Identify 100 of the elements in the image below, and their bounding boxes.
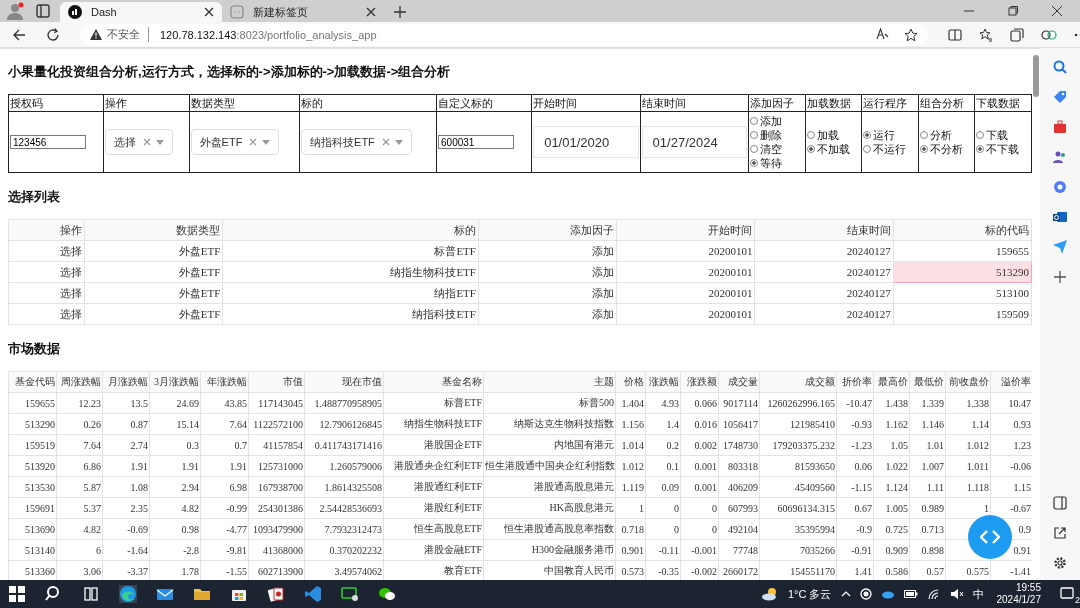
record-icon[interactable] <box>859 588 872 600</box>
chat-icon[interactable] <box>378 585 396 603</box>
table-cell: 1 <box>615 497 646 519</box>
radio-button[interactable] <box>806 145 815 153</box>
favorite-star-icon[interactable] <box>904 27 918 42</box>
date-field[interactable]: 01/01/2020 <box>533 126 639 158</box>
tab-actions-icon[interactable] <box>36 4 50 18</box>
column-header: 标的 <box>299 94 437 112</box>
radio-button[interactable] <box>863 145 872 153</box>
back-icon[interactable] <box>12 28 26 41</box>
radio-option[interactable]: 不加载 <box>806 142 861 156</box>
table-cell: 添加 <box>478 240 617 262</box>
browser-tab[interactable]: 新建标签页 <box>222 2 384 22</box>
clock-date[interactable]: 2024/1/27 <box>996 594 1041 606</box>
table-cell: 0.87 <box>102 413 150 435</box>
clear-icon[interactable] <box>143 138 152 146</box>
radio-option[interactable]: 分析 <box>919 128 974 142</box>
radio-option[interactable]: 不分析 <box>919 142 974 156</box>
cloud-icon[interactable] <box>880 589 895 599</box>
table-cell: 406209 <box>718 476 760 498</box>
clock-time[interactable]: 19:55 <box>1015 582 1041 594</box>
radio-button[interactable] <box>863 131 872 139</box>
weather-icon <box>760 587 779 601</box>
table-cell: 港股通红利ETF <box>383 476 484 498</box>
table-cell: 添加 <box>478 261 617 283</box>
code-editor-icon[interactable] <box>304 585 322 603</box>
radio-option[interactable]: 添加 <box>750 114 804 128</box>
address-field[interactable]: 不安全 120.78.132.143:8023/portfolio_analysis_app <box>80 23 928 46</box>
people-icon[interactable] <box>1053 150 1067 164</box>
code-icon <box>980 530 1000 544</box>
toolbox-icon[interactable] <box>1053 120 1067 134</box>
battery-icon[interactable] <box>903 590 918 598</box>
caret-icon[interactable] <box>262 139 271 145</box>
clear-icon[interactable] <box>381 138 390 146</box>
browser-icon[interactable] <box>119 585 137 603</box>
wifi-icon[interactable] <box>926 588 941 600</box>
radio-option[interactable]: 删除 <box>750 128 804 142</box>
radio-option[interactable]: 等待 <box>750 156 804 170</box>
browser-tab[interactable]: Dash <box>60 2 222 22</box>
radio-option[interactable]: 清空 <box>750 142 804 156</box>
radio-option[interactable]: 运行 <box>863 128 917 142</box>
dropdown[interactable]: 选择 <box>105 129 174 155</box>
caret-icon[interactable] <box>394 139 403 145</box>
maximize-icon[interactable] <box>1008 6 1018 16</box>
screen-icon[interactable] <box>341 585 359 603</box>
scrollbar[interactable] <box>1033 55 1039 97</box>
cards-icon[interactable] <box>267 585 285 603</box>
read-aloud-icon[interactable] <box>876 27 890 40</box>
tag-icon[interactable] <box>1053 90 1067 104</box>
column-header: 加载数据 <box>805 94 862 112</box>
outlook-icon[interactable] <box>1053 210 1067 224</box>
extension-icon[interactable] <box>1041 27 1057 42</box>
close-icon[interactable] <box>1052 6 1062 16</box>
notification-button[interactable]: 2 <box>1060 587 1080 601</box>
close-icon[interactable] <box>204 7 214 17</box>
radio-button[interactable] <box>806 131 815 139</box>
add-icon[interactable] <box>1053 270 1067 284</box>
radio-option[interactable]: 下载 <box>976 128 1030 142</box>
date-field[interactable]: 01/27/2024 <box>641 126 748 158</box>
reload-icon[interactable] <box>46 27 60 42</box>
table-cell: 0.901 <box>615 539 646 561</box>
radio-button[interactable] <box>750 131 759 139</box>
radio-button[interactable] <box>976 145 985 153</box>
favorites-icon[interactable] <box>979 27 993 42</box>
clear-icon[interactable] <box>249 138 258 146</box>
close-icon[interactable] <box>366 7 376 17</box>
send-icon[interactable] <box>1053 240 1067 254</box>
table-cell: 0.06 <box>836 455 874 477</box>
table-cell: 6 <box>56 539 103 561</box>
settings-icon[interactable] <box>1053 556 1067 570</box>
radio-option[interactable]: 加载 <box>806 128 861 142</box>
input-method-indicator[interactable]: 中 <box>972 586 984 602</box>
radio-button[interactable] <box>750 159 759 167</box>
new-tab-icon[interactable] <box>394 6 406 18</box>
caret-icon[interactable] <box>156 139 165 145</box>
table-cell: 1.119 <box>615 476 646 498</box>
profile-icon[interactable] <box>6 2 24 20</box>
radio-button[interactable] <box>750 145 759 153</box>
start-icon[interactable] <box>8 585 26 603</box>
radio-option[interactable]: 不运行 <box>863 142 917 156</box>
radio-button[interactable] <box>919 145 928 153</box>
external-link-icon[interactable] <box>1053 526 1067 540</box>
chevron-up-icon[interactable] <box>840 591 851 597</box>
collections-icon[interactable] <box>1010 27 1024 42</box>
code-toggle-button[interactable] <box>968 515 1012 559</box>
dropdown[interactable]: 外盘ETF <box>190 129 280 155</box>
dropdown[interactable]: 纳指科技ETF <box>301 129 412 155</box>
task-view-icon[interactable] <box>82 585 100 603</box>
sidebar-toggle-icon[interactable] <box>1053 496 1067 510</box>
radio-button[interactable] <box>919 131 928 139</box>
radio-button[interactable] <box>976 131 985 139</box>
column-header: 运行程序 <box>861 94 919 112</box>
text-field[interactable]: 600031 <box>438 135 515 149</box>
radio-button[interactable] <box>750 117 759 125</box>
radio-option[interactable]: 不下载 <box>976 142 1030 156</box>
volume-icon[interactable] <box>949 588 964 600</box>
circle-icon[interactable] <box>1053 180 1067 194</box>
table-cell: H300金融服务港币 <box>483 539 616 561</box>
split-screen-icon[interactable] <box>948 28 962 41</box>
text-field[interactable]: 123456 <box>10 135 86 149</box>
